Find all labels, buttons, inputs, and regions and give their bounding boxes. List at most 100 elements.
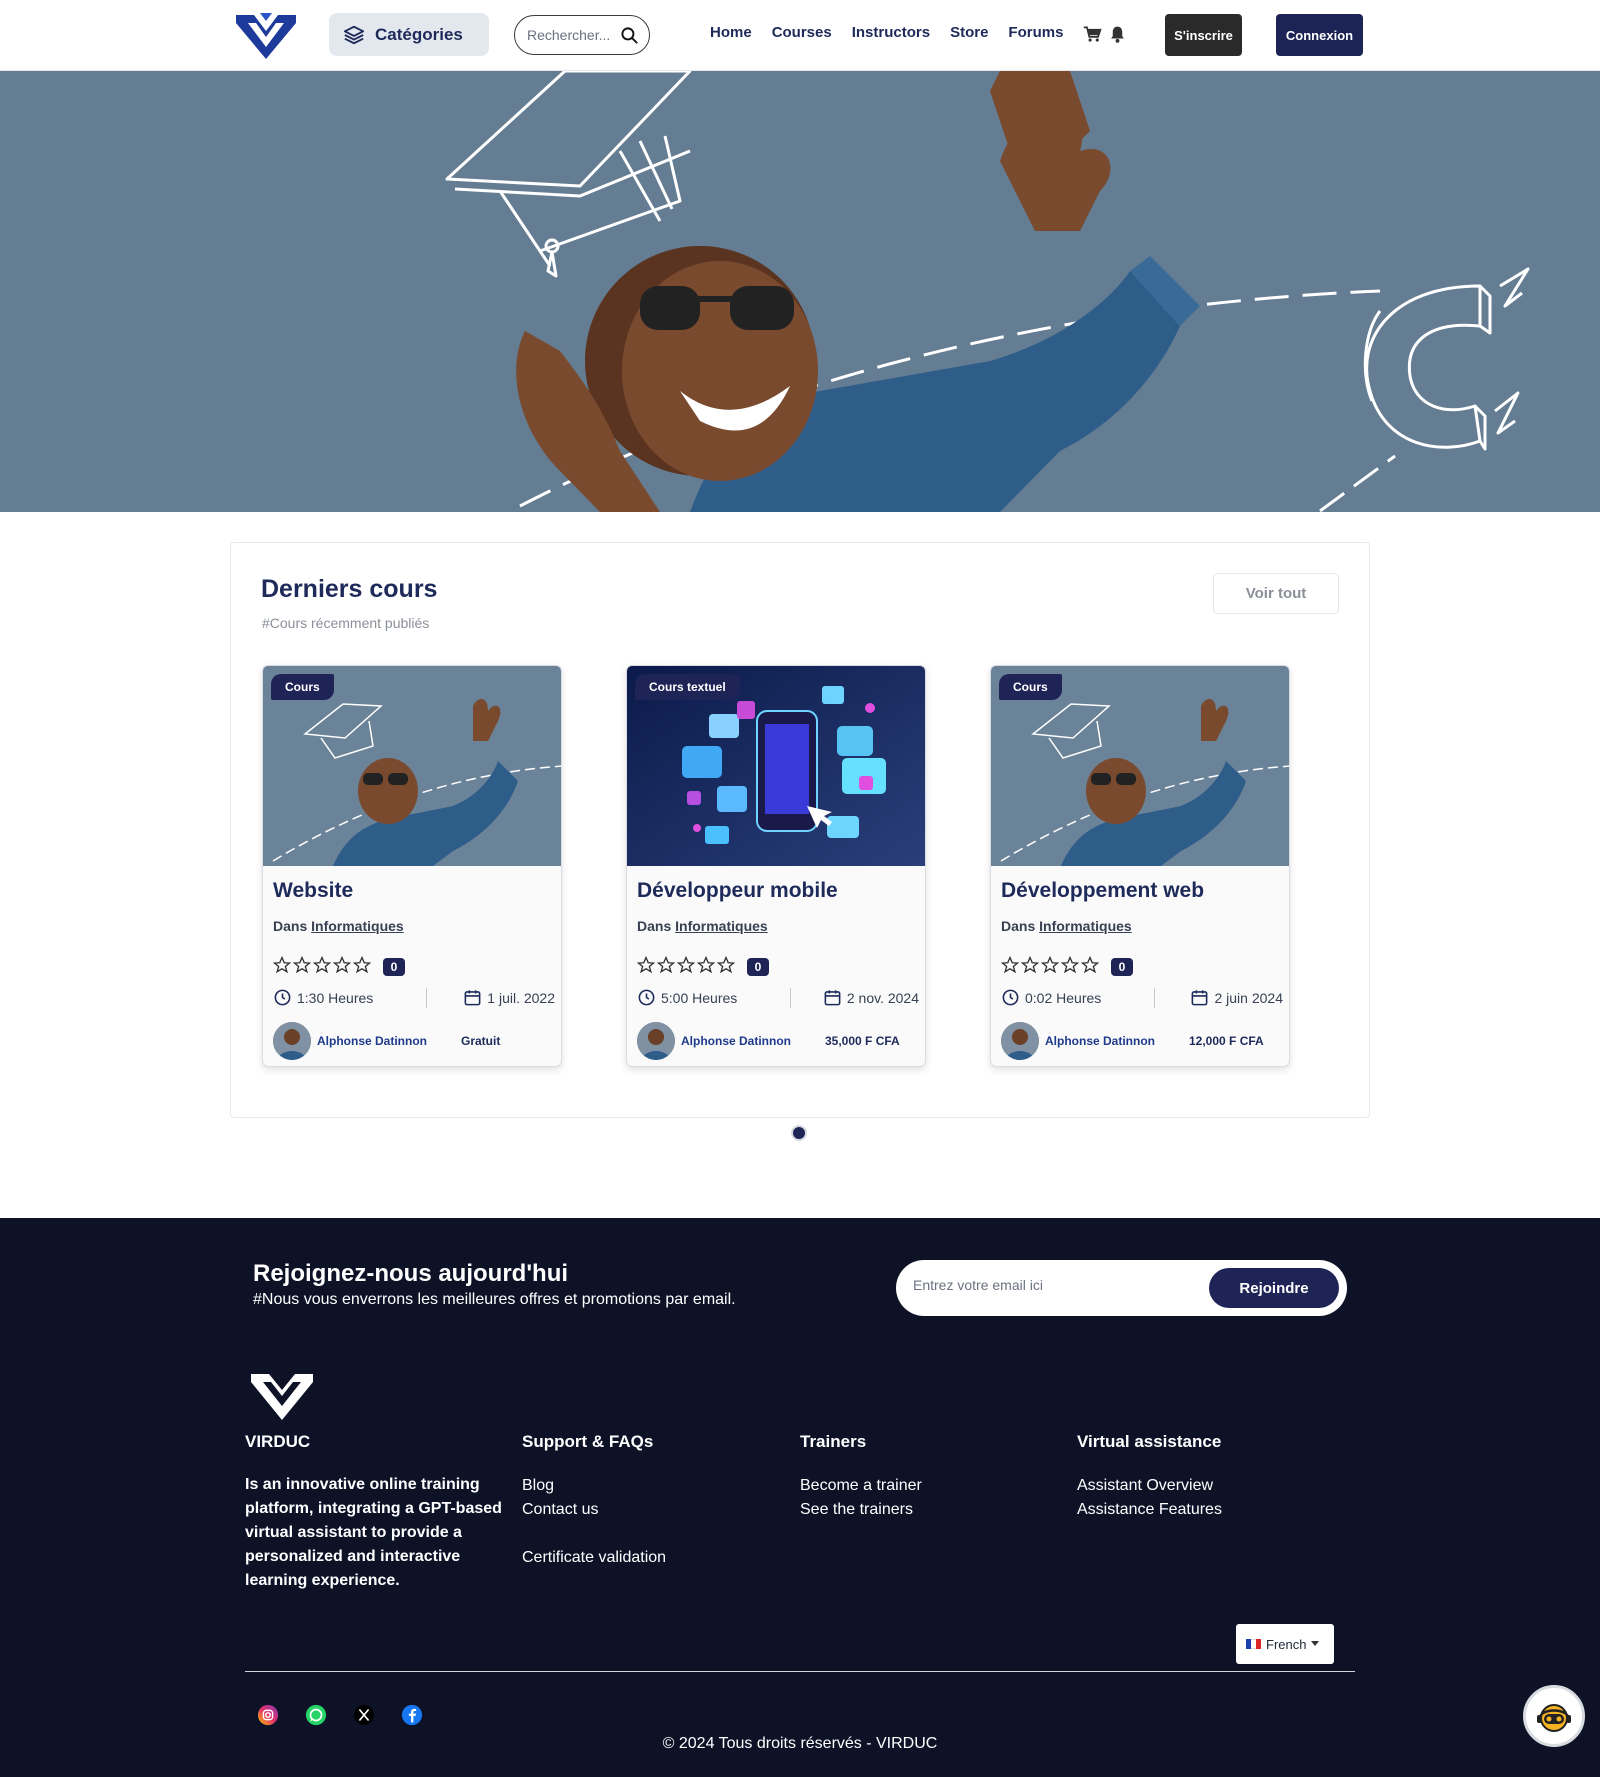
course-title[interactable]: Website (273, 879, 353, 903)
clock-icon (638, 989, 655, 1006)
categories-label: Catégories (375, 24, 463, 44)
calendar-icon (1192, 990, 1208, 1006)
course-title[interactable]: Développement web (1001, 879, 1204, 903)
newsletter-title: Rejoignez-nous aujourd'hui (253, 1260, 569, 1287)
cart-icon[interactable] (1083, 25, 1102, 44)
star-empty-icon (697, 956, 715, 974)
virtual-assistant-chat-button[interactable] (1523, 1685, 1585, 1747)
course-author[interactable]: Alphonse Datinnon (273, 1022, 427, 1060)
login-button[interactable]: Connexion (1276, 14, 1363, 56)
email-field[interactable]: Entrez votre email ici (913, 1277, 1043, 1293)
course-card[interactable]: Cours textuel Développeur mobile Dans In… (626, 665, 926, 1067)
social-links (257, 1704, 423, 1726)
virduc-logo-white[interactable] (249, 1368, 315, 1422)
bell-icon[interactable] (1108, 25, 1127, 44)
language-label: French (1266, 1636, 1307, 1652)
footer-link-contact[interactable]: Contact us (522, 1498, 666, 1522)
x-icon[interactable] (353, 1704, 375, 1726)
course-author[interactable]: Alphonse Datinnon (637, 1022, 791, 1060)
footer-support-heading: Support & FAQs (522, 1432, 654, 1451)
course-meta: 5:00 Heures 2 nov. 2024 (637, 986, 919, 1010)
caret-down-icon (1311, 1641, 1320, 1646)
star-empty-icon (313, 956, 331, 974)
star-empty-icon (333, 956, 351, 974)
instagram-icon[interactable] (257, 1704, 279, 1726)
virduc-logo[interactable] (234, 9, 298, 61)
category-link[interactable]: Informatiques (1039, 918, 1132, 934)
whatsapp-icon[interactable] (305, 1704, 327, 1726)
copyright: © 2024 Tous droits réservés - VIRDUC (662, 1735, 938, 1752)
main-nav: Home Courses Instructors Store Forums (710, 24, 1063, 41)
course-author[interactable]: Alphonse Datinnon (1001, 1022, 1155, 1060)
star-empty-icon (1081, 956, 1099, 974)
rating-stars (273, 956, 371, 974)
search-placeholder: Rechercher... (527, 27, 611, 43)
search-icon[interactable] (620, 26, 639, 45)
category-prefix: Dans (1001, 918, 1036, 934)
clock-icon (274, 989, 291, 1006)
category-prefix: Dans (637, 918, 672, 934)
nav-link-instructors[interactable]: Instructors (852, 24, 930, 41)
nav-icons (1083, 25, 1127, 44)
nav-link-courses[interactable]: Courses (772, 24, 832, 41)
footer-link-certificate[interactable]: Certificate validation (522, 1546, 666, 1570)
avatar (273, 1022, 311, 1060)
footer-link-assistant-overview[interactable]: Assistant Overview (1077, 1474, 1222, 1498)
nav-link-home[interactable]: Home (710, 24, 752, 41)
section-subtitle: #Cours récemment publiés (262, 615, 430, 631)
review-count-badge: 0 (747, 958, 769, 976)
footer-brand: VIRDUC (245, 1432, 311, 1451)
avatar (637, 1022, 675, 1060)
france-flag-icon (1246, 1639, 1261, 1649)
calendar-icon (824, 990, 841, 1006)
star-empty-icon (293, 956, 311, 974)
language-selector[interactable]: French (1236, 1624, 1334, 1664)
course-duration: 0:02 Heures (1025, 989, 1102, 1006)
footer: Rejoignez-nous aujourd'hui #Nous vous en… (0, 1218, 1600, 1777)
newsletter-form: Entrez votre email ici Rejoindre (896, 1260, 1347, 1316)
robot-assistant-icon (1537, 1704, 1571, 1732)
star-empty-icon (1021, 956, 1039, 974)
nav-link-forums[interactable]: Forums (1008, 24, 1063, 41)
search-input[interactable]: Rechercher... (514, 15, 650, 55)
category-link[interactable]: Informatiques (675, 918, 768, 934)
category-link[interactable]: Informatiques (311, 918, 404, 934)
star-empty-icon (1001, 956, 1019, 974)
author-name[interactable]: Alphonse Datinnon (1045, 1034, 1155, 1048)
course-meta: 1:30 Heures 1 juil. 2022 (273, 986, 555, 1010)
top-navbar: Catégories Rechercher... Home Courses In… (0, 0, 1600, 71)
newsletter-subtitle: #Nous vous enverrons les meilleures offr… (253, 1291, 736, 1308)
nav-link-store[interactable]: Store (950, 24, 988, 41)
course-type-badge: Cours textuel (635, 674, 740, 700)
footer-link-become-trainer[interactable]: Become a trainer (800, 1474, 922, 1498)
course-category: Dans Informatiques (273, 918, 404, 934)
author-name[interactable]: Alphonse Datinnon (681, 1034, 791, 1048)
view-all-button[interactable]: Voir tout (1213, 573, 1339, 614)
join-button[interactable]: Rejoindre (1209, 1268, 1339, 1308)
facebook-icon[interactable] (401, 1704, 423, 1726)
course-card[interactable]: Cours Développement web Dans Informatiqu… (990, 665, 1290, 1067)
star-empty-icon (637, 956, 655, 974)
course-title[interactable]: Développeur mobile (637, 879, 838, 903)
footer-assist-links: Assistant Overview Assistance Features (1077, 1474, 1222, 1522)
course-duration: 1:30 Heures (297, 989, 374, 1006)
star-empty-icon (1061, 956, 1079, 974)
signup-button[interactable]: S'inscrire (1165, 14, 1242, 56)
calendar-icon (464, 990, 481, 1006)
carousel-dot-active[interactable] (791, 1125, 807, 1141)
layers-icon (343, 25, 365, 44)
category-prefix: Dans (273, 918, 308, 934)
author-name[interactable]: Alphonse Datinnon (317, 1034, 427, 1048)
hero-illustration (445, 71, 1530, 512)
course-type-badge: Cours (271, 674, 334, 700)
footer-link-see-trainers[interactable]: See the trainers (800, 1498, 922, 1522)
course-type-badge: Cours (999, 674, 1062, 700)
course-price: Gratuit (461, 1034, 501, 1048)
star-empty-icon (717, 956, 735, 974)
categories-button[interactable]: Catégories (329, 13, 489, 56)
footer-link-spacer (522, 1522, 666, 1546)
course-card[interactable]: Cours Website Dans Informatiques 0 1:30 … (262, 665, 562, 1067)
footer-support-links: Blog Contact us Certificate validation (522, 1474, 666, 1570)
footer-link-assistance-features[interactable]: Assistance Features (1077, 1498, 1222, 1522)
footer-link-blog[interactable]: Blog (522, 1474, 666, 1498)
